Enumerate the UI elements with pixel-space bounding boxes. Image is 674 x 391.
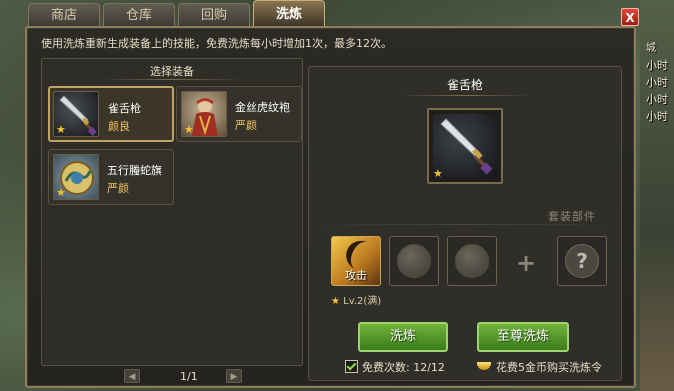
gold-ingot-icon: [477, 362, 491, 370]
skill-label: 攻击: [345, 269, 367, 282]
info-text: 使用洗炼重新生成装备上的技能，免费洗炼每小时增加1次，最多12次。: [41, 37, 392, 50]
set-parts-label: 套装部件: [548, 210, 596, 223]
skill-slot-empty[interactable]: [447, 236, 497, 286]
robe-icon: ★: [181, 91, 227, 137]
skill-slot-attack[interactable]: 攻击: [331, 235, 383, 286]
close-button[interactable]: X: [621, 8, 639, 26]
tab-refine[interactable]: 洗炼: [253, 0, 325, 27]
page-indicator: 1/1: [180, 370, 198, 383]
buy-text: 花费5金币购买洗炼令: [496, 361, 602, 374]
side-labels: 城 小时 小时 小时 小时: [646, 39, 668, 124]
empty-slot-icon: [455, 244, 489, 278]
side-label: 小时: [646, 110, 668, 123]
tab-buyback[interactable]: 回购: [178, 3, 250, 26]
equipment-slot: ★: [427, 108, 503, 184]
item-quality: 严颜: [107, 182, 129, 195]
tab-warehouse[interactable]: 仓库: [103, 3, 175, 26]
divider: [309, 224, 621, 225]
skill-slot-unknown[interactable]: ?: [557, 236, 607, 286]
question-mark-icon: ?: [565, 244, 599, 278]
side-label: 小时: [646, 59, 668, 72]
buy-refine-token[interactable]: 花费5金币购买洗炼令: [477, 359, 602, 375]
skill-level-text: Lv.2(满): [343, 296, 382, 307]
refine-button[interactable]: 洗炼: [358, 322, 448, 352]
star-icon: ★: [184, 123, 194, 136]
star-icon: ★: [433, 167, 443, 180]
free-count: 免费次数: 12/12: [345, 359, 445, 375]
free-refine-checkbox[interactable]: [345, 360, 358, 373]
free-count-text: 免费次数: 12/12: [362, 361, 445, 374]
plus-icon: +: [516, 249, 537, 277]
side-label: 小时: [646, 76, 668, 89]
item-quality: 严颜: [235, 119, 257, 132]
divider: [102, 79, 242, 80]
equipment-selection-panel: 选择装备 ★ 雀舌枪 颜良 ★ 金丝虎纹袍 严颜 ★ 五行螣蛇旗 严颜 ◀ 1/…: [41, 58, 303, 383]
equipment-item-flag[interactable]: ★ 五行螣蛇旗 严颜: [48, 149, 174, 205]
supreme-refine-button[interactable]: 至尊洗炼: [477, 322, 569, 352]
star-icon: ★: [56, 123, 66, 136]
prev-page-button[interactable]: ◀: [124, 369, 140, 383]
next-page-button[interactable]: ▶: [226, 369, 242, 383]
equipment-item-robe[interactable]: ★ 金丝虎纹袍 严颜: [176, 86, 302, 142]
star-icon: ★: [331, 296, 340, 307]
empty-slot-icon: [397, 244, 431, 278]
tab-bar: 商店 仓库 回购 洗炼: [28, 0, 325, 27]
refine-panel: 使用洗炼重新生成装备上的技能，免费洗炼每小时增加1次，最多12次。 选择装备 ★…: [25, 26, 636, 388]
side-label: 城: [646, 43, 656, 54]
tab-shop[interactable]: 商店: [28, 3, 100, 26]
item-name: 五行螣蛇旗: [107, 164, 162, 177]
spear-icon: ★: [53, 91, 99, 137]
skill-slot-empty[interactable]: [389, 236, 439, 286]
divider: [399, 95, 531, 96]
flag-icon: ★: [53, 154, 99, 200]
selection-title: 选择装备: [150, 65, 194, 78]
skill-level: ★ Lv.2(满): [331, 292, 381, 307]
equipment-detail-panel: 雀舌枪 ★ 套装部件 攻击 + ? ★ Lv.2(满) 洗炼 至尊洗炼 免费次数…: [308, 66, 622, 381]
equipment-title: 雀舌枪: [446, 78, 483, 92]
item-name: 雀舌枪: [108, 102, 141, 115]
star-icon: ★: [56, 186, 66, 199]
item-name: 金丝虎纹袍: [235, 101, 290, 114]
equipment-item-spear[interactable]: ★ 雀舌枪 颜良: [48, 86, 174, 142]
item-quality: 颜良: [108, 120, 130, 133]
side-label: 小时: [646, 93, 668, 106]
